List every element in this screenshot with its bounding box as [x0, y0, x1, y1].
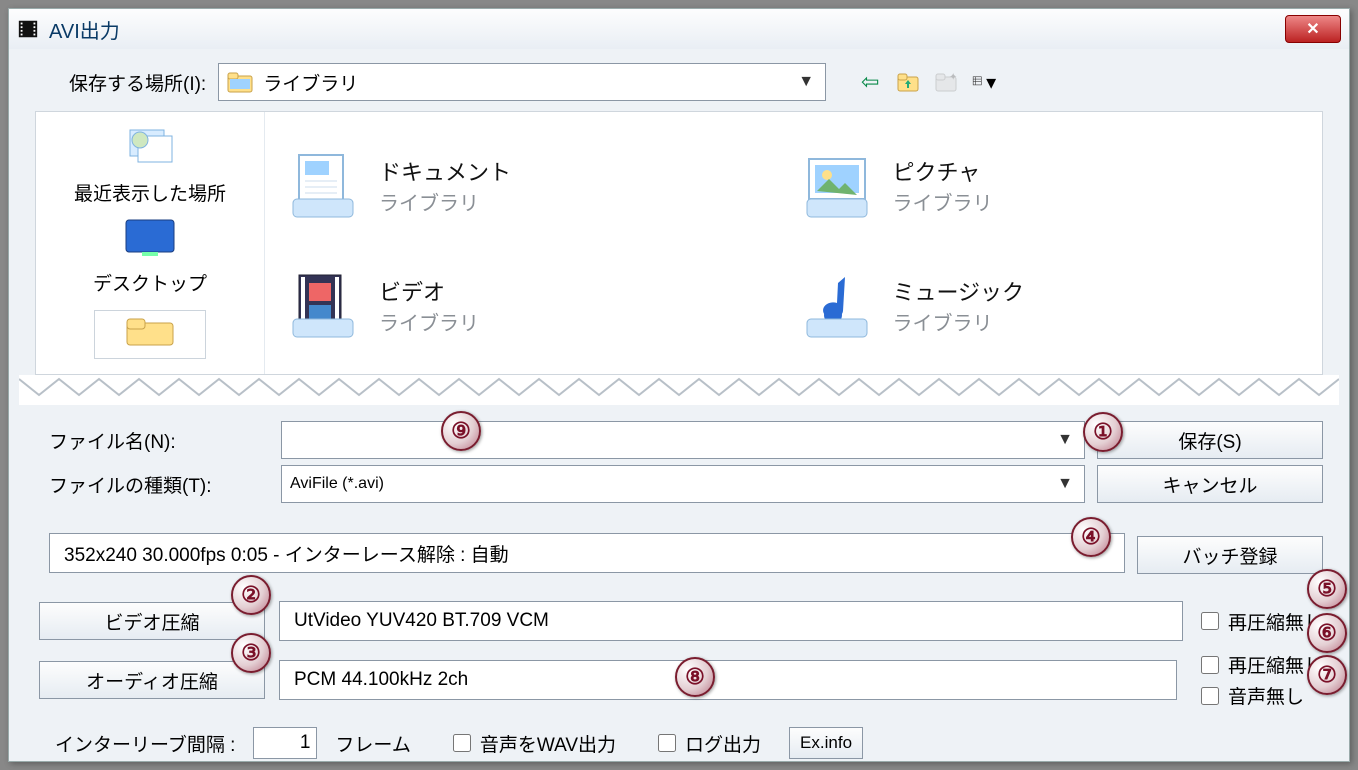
- folder-icon: [125, 317, 175, 352]
- library-name: ドキュメント: [379, 155, 511, 187]
- annotation-badge-4: ④: [1071, 517, 1111, 557]
- save-in-label: 保存する場所(I):: [69, 69, 206, 96]
- checkbox-input[interactable]: [453, 734, 471, 752]
- checkbox-label: 音声無し: [1228, 682, 1304, 709]
- annotation-badge-3: ③: [231, 633, 271, 673]
- filename-input[interactable]: ▼: [281, 421, 1085, 459]
- library-name: ビデオ: [379, 275, 479, 307]
- library-sub: ライブラリ: [893, 307, 1025, 336]
- chevron-down-icon[interactable]: ▼: [1054, 422, 1076, 458]
- checkbox-input[interactable]: [1201, 656, 1219, 674]
- annotation-badge-2: ②: [231, 575, 271, 615]
- wav-output-checkbox[interactable]: 音声をWAV出力: [449, 730, 616, 757]
- documents-icon: [285, 147, 361, 223]
- chevron-down-icon[interactable]: ▼: [1054, 466, 1076, 502]
- places-sidebar: 最近表示した場所 デスクトップ: [36, 112, 265, 374]
- truncation-indicator: [19, 375, 1339, 405]
- checkbox-input[interactable]: [1201, 612, 1219, 630]
- library-music[interactable]: ミュージック ライブラリ: [799, 250, 1303, 360]
- sidebar-item-desktop[interactable]: デスクトップ: [93, 216, 207, 296]
- pictures-icon: [799, 147, 875, 223]
- checkbox-label: ログ出力: [685, 730, 761, 757]
- video-info-strip: 352x240 30.000fps 0:05 - インターレース解除 : 自動: [49, 533, 1125, 573]
- view-menu-icon[interactable]: ▾: [972, 70, 996, 94]
- library-sub: ライブラリ: [893, 187, 993, 216]
- audio-codec-button[interactable]: オーディオ圧縮: [39, 661, 265, 699]
- filename-label: ファイル名(N):: [35, 427, 269, 454]
- video-codec-value: UtVideo YUV420 BT.709 VCM: [279, 601, 1183, 641]
- video-codec-button[interactable]: ビデオ圧縮: [39, 602, 265, 640]
- filetype-label: ファイルの種類(T):: [35, 471, 269, 498]
- checkbox-input[interactable]: [658, 734, 676, 752]
- close-button[interactable]: ✕: [1285, 15, 1341, 43]
- library-pictures[interactable]: ピクチャ ライブラリ: [799, 130, 1303, 240]
- annotation-badge-8: ⑧: [675, 657, 715, 697]
- film-icon: [17, 18, 39, 40]
- location-value: ライブラリ: [263, 69, 358, 96]
- desktop-icon: [120, 216, 180, 265]
- window-title: AVI出力: [49, 15, 120, 44]
- audio-no-recompress-checkbox[interactable]: 再圧縮無し: [1197, 651, 1323, 678]
- checkbox-label: 音声をWAV出力: [480, 730, 616, 757]
- close-icon: ✕: [1306, 19, 1319, 39]
- log-output-checkbox[interactable]: ログ出力: [654, 730, 761, 757]
- back-icon[interactable]: ⇦: [858, 70, 882, 94]
- annotation-badge-7: ⑦: [1307, 655, 1347, 695]
- annotation-badge-9: ⑨: [441, 411, 481, 451]
- sidebar-item-recent[interactable]: 最近表示した場所: [74, 122, 226, 206]
- library-name: ミュージック: [893, 275, 1025, 307]
- exinfo-button[interactable]: Ex.info: [789, 727, 863, 759]
- library-sub: ライブラリ: [379, 307, 479, 336]
- save-button[interactable]: 保存(S): [1097, 421, 1323, 459]
- annotation-badge-6: ⑥: [1307, 613, 1347, 653]
- up-folder-icon[interactable]: [896, 70, 920, 94]
- library-documents[interactable]: ドキュメント ライブラリ: [285, 130, 789, 240]
- chevron-down-icon[interactable]: ▼: [795, 64, 817, 100]
- library-sub: ライブラリ: [379, 187, 511, 216]
- sidebar-label-desktop: デスクトップ: [93, 269, 207, 296]
- annotation-badge-1: ①: [1083, 412, 1123, 452]
- video-no-recompress-checkbox[interactable]: 再圧縮無し: [1197, 608, 1323, 635]
- filetype-combobox[interactable]: AviFile (*.avi) ▼: [281, 465, 1085, 503]
- batch-button[interactable]: バッチ登録: [1137, 536, 1323, 574]
- interleave-unit: フレーム: [335, 730, 410, 757]
- svg-text:✦: ✦: [949, 72, 957, 83]
- new-folder-icon[interactable]: ✦: [934, 70, 958, 94]
- titlebar: AVI出力 ✕: [9, 9, 1349, 49]
- library-videos[interactable]: ビデオ ライブラリ: [285, 250, 789, 360]
- checkbox-input[interactable]: [1201, 687, 1219, 705]
- annotation-badge-5: ⑤: [1307, 569, 1347, 609]
- interleave-label: インターリーブ間隔 :: [55, 730, 235, 757]
- filetype-value: AviFile (*.avi): [290, 475, 384, 493]
- interleave-input[interactable]: 1: [253, 727, 317, 759]
- no-audio-checkbox[interactable]: 音声無し: [1197, 682, 1323, 709]
- location-combobox[interactable]: ライブラリ ▼: [218, 63, 826, 101]
- music-icon: [799, 267, 875, 343]
- sidebar-label-recent: 最近表示した場所: [74, 179, 226, 206]
- cancel-button[interactable]: キャンセル: [1097, 465, 1323, 503]
- folder-view[interactable]: ドキュメント ライブラリ ピクチャ ライブラリ: [265, 112, 1322, 374]
- library-name: ピクチャ: [893, 155, 993, 187]
- videos-icon: [285, 267, 361, 343]
- dialog-window: AVI出力 ✕ 保存する場所(I): ライブラリ ▼ ⇦: [8, 8, 1350, 762]
- file-browser: 最近表示した場所 デスクトップ: [35, 111, 1323, 375]
- audio-codec-value: PCM 44.100kHz 2ch: [279, 660, 1177, 700]
- recent-icon: [120, 122, 180, 175]
- sidebar-item-extra[interactable]: [94, 310, 206, 359]
- folder-icon: [227, 71, 253, 93]
